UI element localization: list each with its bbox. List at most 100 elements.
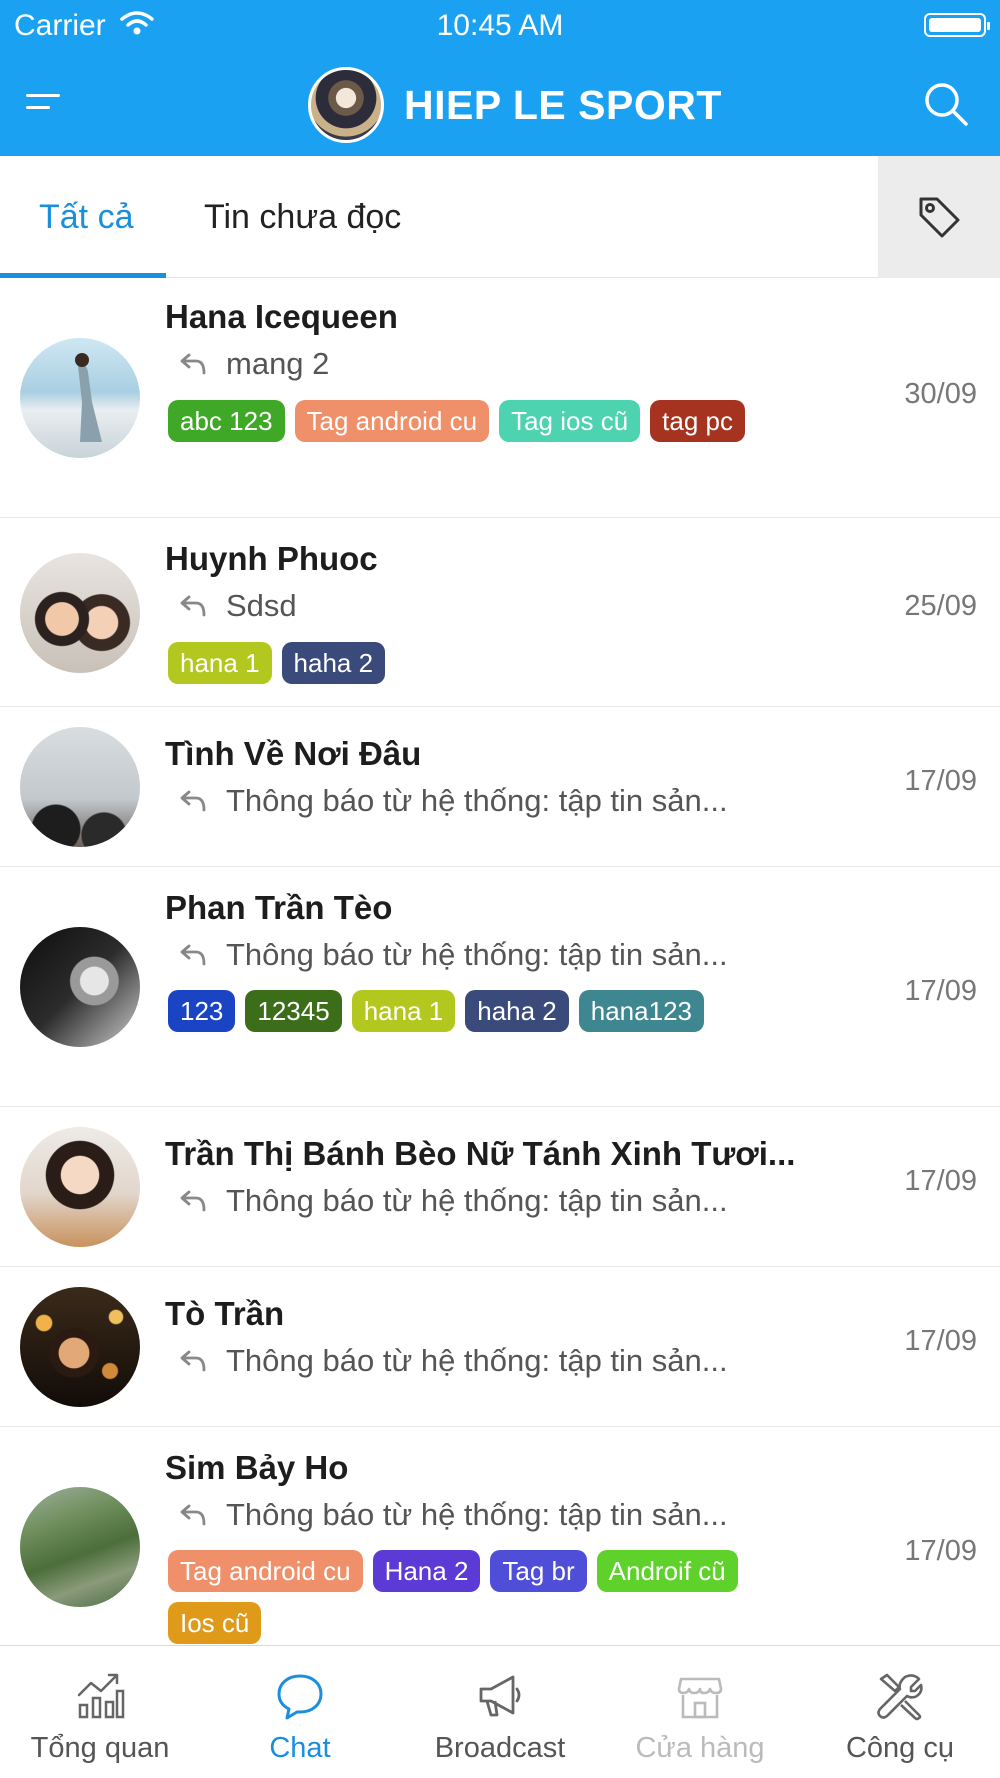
- avatar: [20, 1487, 140, 1607]
- tag-list: hana 1 haha 2: [168, 642, 768, 684]
- avatar: [20, 338, 140, 458]
- message-preview: Thông báo từ hệ thống: tập tin sản...: [180, 1183, 728, 1219]
- tag-badge: hana 1: [351, 990, 456, 1032]
- conversation-row[interactable]: Hana Icequeen mang 2 30/09 abc 123 Tag a…: [0, 278, 1000, 518]
- search-icon[interactable]: [922, 80, 970, 128]
- message-date: 17/09: [904, 765, 977, 797]
- tag-badge: haha 2: [281, 642, 386, 684]
- tab-label: Công cụ: [845, 1732, 954, 1764]
- avatar: [20, 927, 140, 1047]
- app-header: Carrier 10:45 AM HIEP LE SPORT: [0, 0, 1000, 156]
- tag-icon: [919, 197, 960, 238]
- reply-icon: [180, 1190, 206, 1212]
- message-preview: Thông báo từ hệ thống: tập tin sản...: [180, 937, 728, 973]
- tab-label: Tổng quan: [30, 1732, 170, 1764]
- reply-icon: [180, 1350, 206, 1372]
- avatar: [20, 1127, 140, 1247]
- tag-list: 123 12345 hana 1 haha 2 hana123: [168, 990, 768, 1032]
- tab-unread[interactable]: Tin chưa đọc: [204, 156, 401, 278]
- reply-icon: [180, 353, 206, 375]
- nav-bar: HIEP LE SPORT: [0, 64, 1000, 144]
- contact-name: Sim Bảy Ho: [165, 1449, 349, 1486]
- tab-overview[interactable]: Tổng quan: [0, 1646, 200, 1778]
- message-date: 17/09: [904, 1325, 977, 1357]
- tab-label: Broadcast: [434, 1732, 566, 1764]
- message-date: 17/09: [904, 975, 977, 1007]
- message-date: 30/09: [904, 378, 977, 410]
- contact-name: Tò Trần: [165, 1295, 285, 1332]
- message-preview: Sdsd: [180, 588, 297, 624]
- message-preview: Thông báo từ hệ thống: tập tin sản...: [180, 783, 728, 819]
- tag-badge: Tag android cu: [294, 400, 490, 442]
- preview-text: Thông báo từ hệ thống: tập tin sản...: [226, 1183, 728, 1218]
- reply-icon: [180, 595, 206, 617]
- tools-icon: [877, 1673, 923, 1721]
- conversation-row[interactable]: Sim Bảy Ho Thông báo từ hệ thống: tập ti…: [0, 1427, 1000, 1667]
- page-avatar: [308, 67, 384, 143]
- preview-text: Sdsd: [226, 588, 297, 623]
- tag-badge: Tag android cu: [168, 1550, 363, 1592]
- conversation-row[interactable]: Tò Trần Thông báo từ hệ thống: tập tin s…: [0, 1267, 1000, 1427]
- conversation-row[interactable]: Huynh Phuoc Sdsd 25/09 hana 1 haha 2: [0, 518, 1000, 707]
- reply-icon: [180, 790, 206, 812]
- contact-name: Tình Về Nơi Đâu: [165, 735, 422, 772]
- megaphone-icon: [479, 1675, 521, 1717]
- tab-label: Cửa hàng: [635, 1732, 765, 1764]
- reply-icon: [180, 1504, 206, 1526]
- preview-text: Thông báo từ hệ thống: tập tin sản...: [226, 937, 728, 972]
- brand[interactable]: HIEP LE SPORT: [308, 66, 722, 144]
- message-date: 25/09: [904, 590, 977, 622]
- tag-badge: 123: [168, 990, 236, 1032]
- message-preview: mang 2: [180, 346, 329, 382]
- tab-chat[interactable]: Chat: [200, 1646, 400, 1778]
- avatar-figure: [75, 353, 102, 442]
- message-date: 17/09: [904, 1535, 977, 1567]
- tag-badge: haha 2: [465, 990, 569, 1032]
- avatar: [20, 553, 140, 673]
- message-date: 17/09: [904, 1165, 977, 1197]
- tab-tools[interactable]: Công cụ: [800, 1646, 1000, 1778]
- status-time: 10:45 AM: [436, 9, 564, 42]
- tab-store[interactable]: Cửa hàng: [600, 1646, 800, 1778]
- tag-badge: abc 123: [168, 400, 285, 442]
- tag-badge: Hana 2: [372, 1550, 481, 1592]
- chat-bubble-icon: [277, 1674, 323, 1720]
- conversation-list: Hana Icequeen mang 2 30/09 abc 123 Tag a…: [0, 278, 1000, 1667]
- bottom-tab-bar: Tổng quan Chat Broadcast Cửa hàng Công c…: [0, 1645, 1000, 1778]
- contact-name: Hana Icequeen: [165, 298, 398, 335]
- tab-all[interactable]: Tất cả: [39, 156, 133, 278]
- avatar: [20, 1287, 140, 1407]
- chart-icon: [77, 1673, 125, 1719]
- battery-icon: [924, 13, 990, 37]
- reply-icon: [180, 944, 206, 966]
- contact-name: Phan Trần Tèo: [165, 889, 393, 926]
- tag-badge: Tag br: [490, 1550, 587, 1592]
- menu-button[interactable]: [26, 88, 66, 120]
- contact-name: Huynh Phuoc: [165, 540, 378, 577]
- store-icon: [677, 1677, 723, 1719]
- tab-bar: Tất cả Tin chưa đọc: [0, 156, 1000, 278]
- page-title: HIEP LE SPORT: [404, 81, 722, 128]
- tag-badge: hana 1: [168, 642, 272, 684]
- tag-badge: tag pc: [650, 400, 745, 442]
- preview-text: mang 2: [226, 346, 330, 381]
- preview-text: Thông báo từ hệ thống: tập tin sản...: [226, 1497, 728, 1532]
- conversation-row[interactable]: Trần Thị Bánh Bèo Nữ Tánh Xinh Tươi... T…: [0, 1107, 1000, 1267]
- avatar: [20, 727, 140, 847]
- tag-badge: Ios cũ: [168, 1602, 262, 1644]
- tag-list: Tag android cu Hana 2 Tag br Androif cũ …: [168, 1550, 768, 1644]
- tag-badge: Androif cũ: [596, 1550, 738, 1592]
- menu-line: [26, 106, 50, 109]
- tag-filter-button[interactable]: [878, 156, 1000, 278]
- preview-text: Thông báo từ hệ thống: tập tin sản...: [226, 783, 728, 818]
- contact-name: Trần Thị Bánh Bèo Nữ Tánh Xinh Tươi...: [165, 1135, 796, 1172]
- status-bar: Carrier 10:45 AM: [0, 0, 1000, 50]
- conversation-row[interactable]: Phan Trần Tèo Thông báo từ hệ thống: tập…: [0, 867, 1000, 1107]
- preview-text: Thông báo từ hệ thống: tập tin sản...: [226, 1343, 728, 1378]
- tag-badge: 12345: [245, 990, 342, 1032]
- conversation-row[interactable]: Tình Về Nơi Đâu Thông báo từ hệ thống: t…: [0, 707, 1000, 867]
- menu-line: [26, 94, 60, 97]
- tag-list: abc 123 Tag android cu Tag ios cũ tag pc: [168, 400, 768, 442]
- message-preview: Thông báo từ hệ thống: tập tin sản...: [180, 1497, 728, 1533]
- tab-broadcast[interactable]: Broadcast: [400, 1646, 600, 1778]
